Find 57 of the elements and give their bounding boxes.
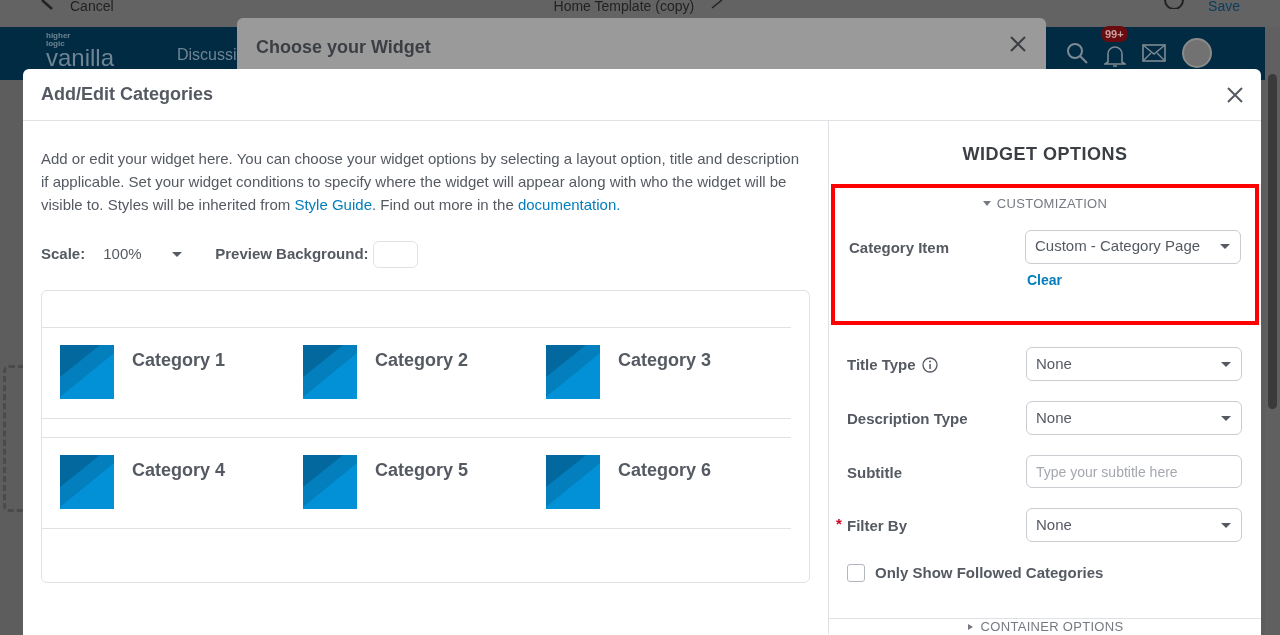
field-label: Title Type [847,355,916,375]
clear-link[interactable]: Clear [1027,269,1063,291]
caret-icon [171,251,184,258]
caret-icon [1219,243,1231,250]
description-text: Add or edit your widget here. You can choose your widget options by selecting a layout option, title and description if applicable. Set your widget conditions to specify where the widget will appear along with who the widget will be visible to. Styles will be inherited from Style Guide. Find out more in the documentation. [41,149,800,215]
scale-label: Scale: [41,244,86,265]
checkbox-label: Only Show Followed Categories [875,563,1104,583]
logo-wordmark[interactable]: vanilla [46,48,115,68]
caret-icon [1220,521,1232,529]
category-name[interactable]: Category 3 [618,345,712,418]
pencil-icon [710,0,725,9]
color-swatch[interactable] [372,241,418,268]
category-name[interactable]: Category 6 [618,455,712,528]
avatar-icon[interactable] [1182,38,1212,68]
category-name[interactable]: Category 2 [375,345,469,418]
select-field[interactable]: None [1026,347,1242,381]
section-toggle[interactable]: CONTAINER OPTIONS [829,618,1261,633]
scale-select[interactable]: 100% [103,243,184,266]
bell-icon[interactable] [1104,44,1126,68]
select-field[interactable]: None [1026,401,1242,435]
caret-icon [1220,360,1232,368]
modal-title: Add/Edit Categories [41,83,214,106]
close-icon[interactable] [1227,86,1243,103]
input-field[interactable]: Type your subtitle here [1026,455,1242,488]
field-label: Description Type [847,409,968,429]
section-toggle[interactable]: CUSTOMIZATION [835,194,1255,214]
category-name[interactable]: Category 4 [132,455,226,528]
select-field[interactable]: None [1026,508,1242,542]
inline-link[interactable]: Style Guide [294,196,372,213]
back-icon [40,0,54,10]
caret-icon [1220,414,1232,422]
search-icon[interactable] [1066,42,1088,64]
field-label: Category Item [849,237,950,258]
select-field[interactable]: Custom - Category Page [1025,229,1241,264]
category-image [60,345,114,399]
category-name[interactable]: Category 5 [375,455,469,528]
notification-badge: 99+ [1101,26,1128,42]
category-name[interactable]: Category 1 [132,345,226,418]
inline-link[interactable]: documentation. [517,196,621,213]
category-image [546,455,600,509]
nav-link[interactable]: Discussi [177,43,237,67]
close-icon[interactable] [1010,36,1026,52]
field-label: Filter By [847,516,907,536]
category-image [303,455,357,509]
field-label: Subtitle [847,463,902,483]
mail-icon[interactable] [1142,44,1166,62]
scrollbar-thumb[interactable] [1268,74,1277,409]
category-image [60,455,114,509]
required-marker: * [836,514,842,534]
category-image [303,345,357,399]
preview-background-label: Preview Background: [215,244,369,265]
checkbox[interactable] [847,564,865,583]
modal-title: Choose your Widget [256,36,431,59]
panel-heading: WIDGET OPTIONS [961,143,1129,166]
category-image [546,345,600,399]
logo-caption: higher logic [46,32,71,48]
page-title: Home Template (copy) [553,0,695,12]
